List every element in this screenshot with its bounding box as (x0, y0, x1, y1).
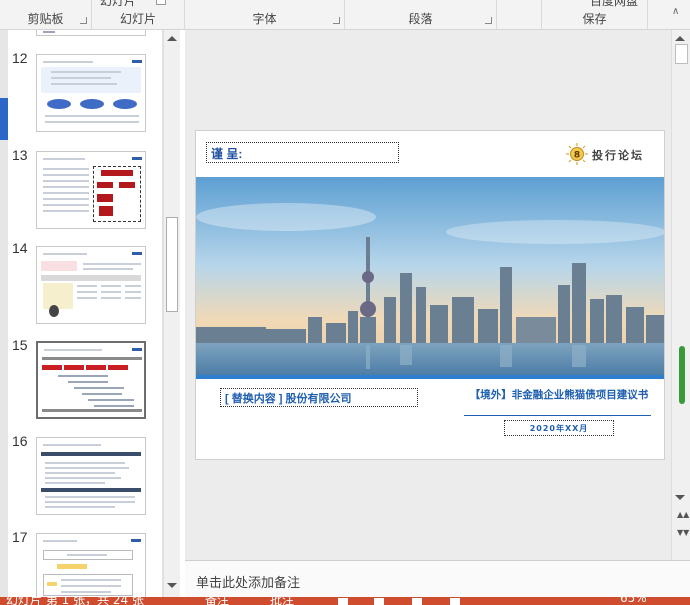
scrollbar-thumb[interactable] (166, 217, 178, 312)
slide-thumbnail[interactable] (36, 437, 146, 515)
city-skyline-image (196, 177, 664, 375)
proposal-title[interactable]: 【境外】非金融企业熊猫债项目建议书 (464, 389, 654, 401)
comments-toggle-button[interactable]: 批注 (270, 597, 294, 605)
normal-view-icon[interactable] (338, 598, 348, 605)
thumbnail-partial[interactable] (36, 30, 146, 36)
slide-count: 幻灯片 第 1 张，共 24 张 (6, 597, 144, 605)
notes-toggle-button[interactable]: 备注 (205, 597, 229, 605)
company-name: [ 替换内容 ] 股份有限公司 (225, 393, 352, 405)
scroll-up-icon[interactable] (675, 36, 685, 41)
previous-slide-icon[interactable]: ▲▲ (677, 510, 689, 519)
next-slide-icon[interactable]: ▼▼ (677, 528, 689, 537)
baidu-netdisk-button-label[interactable]: 百度网盘 (590, 0, 638, 9)
notes-placeholder[interactable]: 单击此处添加备注 (196, 572, 300, 591)
powerpoint-window: 剪贴板 幻灯片 幻灯片 字体 段落 百度网盘 保存 ∧ 12 13 14 15 … (0, 0, 690, 605)
slide-number: 14 (12, 240, 28, 256)
title-underline (464, 415, 651, 416)
notes-pane[interactable]: 单击此处添加备注 (185, 560, 690, 597)
slide-scrollbar[interactable]: ▲▲ ▼▼ (671, 30, 690, 560)
status-bar: 幻灯片 第 1 张，共 24 张 备注 批注 65% (0, 597, 690, 605)
logo: 8 投行论坛 (559, 141, 654, 167)
slide-thumbnail-pane[interactable]: 12 13 14 15 16 17 (8, 30, 163, 597)
ribbon-group-label: 段落 (408, 12, 433, 26)
dialog-launcher-icon[interactable] (485, 17, 492, 24)
thumbnail-row[interactable]: 16 (8, 433, 162, 523)
slide-thumbnail-selected[interactable] (36, 341, 146, 419)
recipient-label: 谨 呈: (211, 147, 243, 161)
slide-thumbnail[interactable] (36, 246, 146, 324)
scrollbar-thumb[interactable] (675, 44, 688, 64)
reading-view-icon[interactable] (412, 598, 422, 605)
scroll-down-icon[interactable] (675, 495, 685, 500)
ribbon-group-slides[interactable]: 幻灯片 幻灯片 (92, 0, 185, 30)
current-slide[interactable]: 谨 呈: 8 投行论坛 [替换内容] 股份有限公司 【境外】非金融企业熊猫债… (195, 130, 665, 460)
slide-thumbnail[interactable] (36, 533, 146, 597)
layout-button-icon[interactable] (156, 0, 166, 5)
ribbon-group-label: 保存 (582, 12, 607, 26)
thumbnail-row[interactable]: 17 (8, 529, 162, 597)
ribbon-group-clipboard[interactable]: 剪贴板 (0, 0, 92, 30)
window-edge-accent (0, 98, 8, 140)
slide-sorter-view-icon[interactable] (374, 598, 384, 605)
slide-thumbnail[interactable] (36, 151, 146, 229)
slide-number: 17 (12, 529, 28, 545)
proposal-date: 2020年XX月 (529, 424, 589, 433)
svg-text:8: 8 (574, 151, 580, 161)
image-bottom-rule (196, 375, 664, 379)
recipient-textbox[interactable]: 谨 呈: (206, 142, 399, 163)
dialog-launcher-icon[interactable] (80, 17, 87, 24)
slide-number: 12 (12, 50, 28, 66)
slideshow-view-icon[interactable] (450, 598, 460, 605)
ribbon: 剪贴板 幻灯片 幻灯片 字体 段落 百度网盘 保存 ∧ (0, 0, 690, 30)
scroll-up-icon[interactable] (167, 36, 177, 41)
date-textbox[interactable]: 2020年XX月 (504, 420, 614, 436)
ribbon-group-font[interactable]: 字体 (185, 0, 345, 30)
scroll-down-icon[interactable] (167, 583, 177, 588)
new-slide-button-label[interactable]: 幻灯片 (100, 0, 136, 9)
thumbnail-row[interactable]: 15 (8, 337, 162, 427)
logo-text: 投行论坛 (592, 149, 644, 162)
ribbon-group-label: 幻灯片 (119, 12, 156, 26)
slide-editing-canvas[interactable]: 谨 呈: 8 投行论坛 [替换内容] 股份有限公司 【境外】非金融企业熊猫债… (185, 30, 671, 560)
thumbnail-row[interactable]: 13 (8, 147, 162, 237)
thumbnail-row[interactable]: 12 (8, 50, 162, 140)
slide-number: 13 (12, 147, 28, 163)
ribbon-group-label: 字体 (252, 12, 277, 26)
slide-number: 16 (12, 433, 28, 449)
ribbon-group-save[interactable]: 百度网盘 保存 (542, 0, 648, 30)
thumbnail-row[interactable]: 14 (8, 240, 162, 330)
ribbon-group-editing[interactable] (497, 0, 542, 30)
dialog-launcher-icon[interactable] (333, 17, 340, 24)
logo-sun-icon: 8 (566, 143, 588, 165)
slide-thumbnail[interactable] (36, 54, 146, 132)
scroll-position-indicator[interactable] (679, 346, 685, 404)
ribbon-group-paragraph[interactable]: 段落 (345, 0, 497, 30)
thumbnail-scrollbar[interactable] (163, 30, 180, 597)
zoom-level[interactable]: 65% (620, 597, 647, 605)
ribbon-group-label: 剪贴板 (27, 12, 64, 26)
collapse-ribbon-icon[interactable]: ∧ (672, 6, 679, 17)
company-textbox[interactable]: [ 替换内容 ] 股份有限公司 (220, 388, 418, 407)
slide-number: 15 (12, 337, 28, 353)
